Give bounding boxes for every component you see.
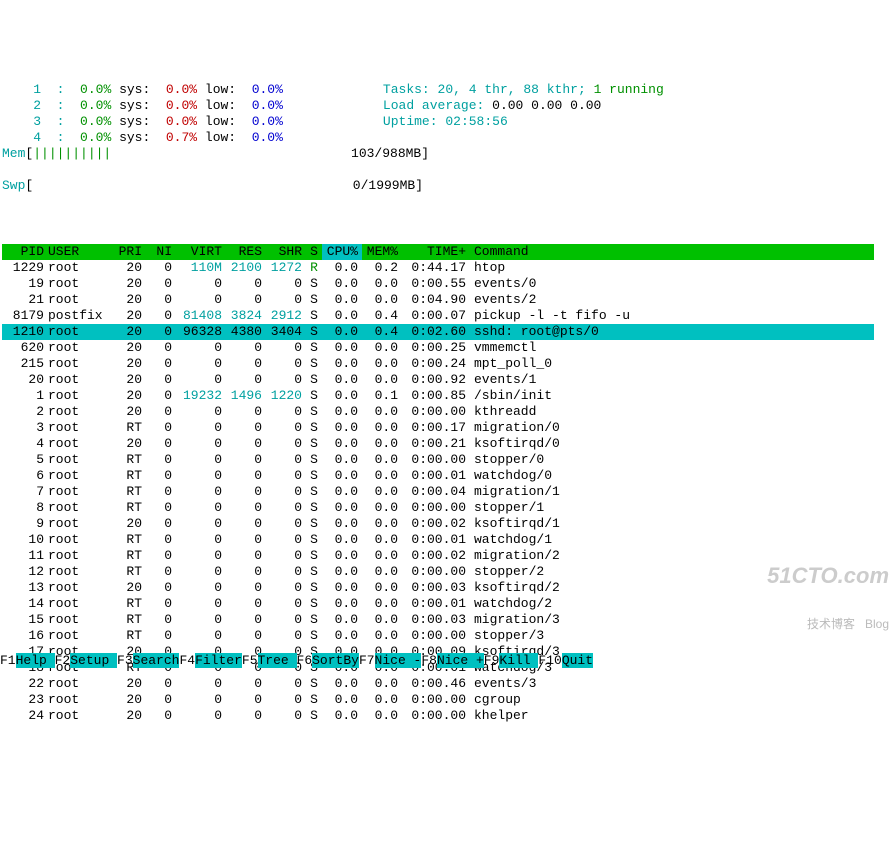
table-row[interactable]: 4root200000S0.00.00:00.21ksoftirqd/0: [2, 436, 874, 452]
col-virt: VIRT: [176, 244, 226, 260]
table-row[interactable]: 8rootRT0000S0.00.00:00.00stopper/1: [2, 500, 874, 516]
table-row[interactable]: 620root200000S0.00.00:00.25vmmemctl: [2, 340, 874, 356]
swap-meter: Swp[0/1999MB]: [2, 178, 891, 194]
table-row[interactable]: 13root200000S0.00.00:00.03ksoftirqd/2: [2, 580, 874, 596]
table-row[interactable]: 12rootRT0000S0.00.00:00.00stopper/2: [2, 564, 874, 580]
table-row[interactable]: 215root200000S0.00.00:00.24mpt_poll_0: [2, 356, 874, 372]
function-key-bar[interactable]: F1Help F2Setup F3SearchF4FilterF5Tree F6…: [0, 653, 891, 669]
col-pri: PRI: [112, 244, 146, 260]
table-header[interactable]: PIDUSERPRINIVIRTRESSHRSCPU%MEM%TIME+Comm…: [2, 244, 874, 260]
table-row[interactable]: 24root200000S0.00.00:00.00khelper: [2, 708, 874, 724]
uptime-value: 02:58:56: [445, 114, 507, 129]
col-shr: SHR: [266, 244, 306, 260]
table-row[interactable]: 3rootRT0000S0.00.00:00.17migration/0: [2, 420, 874, 436]
table-row[interactable]: 19root200000S0.00.00:00.55events/0: [2, 276, 874, 292]
col-ni: NI: [146, 244, 176, 260]
table-row[interactable]: 23root200000S0.00.00:00.00cgroup: [2, 692, 874, 708]
table-row[interactable]: 9root200000S0.00.00:00.02ksoftirqd/1: [2, 516, 874, 532]
col-cpu: CPU%: [322, 244, 362, 260]
table-row[interactable]: 10rootRT0000S0.00.00:00.01watchdog/1: [2, 532, 874, 548]
col-user: USER: [48, 244, 112, 260]
table-row[interactable]: 2root200000S0.00.00:00.00kthreadd: [2, 404, 874, 420]
col-s: S: [306, 244, 322, 260]
table-row[interactable]: 22root200000S0.00.00:00.46events/3: [2, 676, 874, 692]
header-section: 1 : 0.0% sys: 0.0% low: 0.0% 2 : 0.0% sy…: [2, 66, 891, 210]
watermark: 51CTO.com 技术博客 Blog: [767, 536, 889, 648]
table-row[interactable]: 1229root200110M21001272R0.00.20:44.17hto…: [2, 260, 874, 276]
tasks-label: Tasks:: [383, 82, 438, 97]
table-row[interactable]: 20root200000S0.00.00:00.92events/1: [2, 372, 874, 388]
tasks-value: 20, 4 thr, 88 kthr;: [438, 82, 594, 97]
process-table[interactable]: PIDUSERPRINIVIRTRESSHRSCPU%MEM%TIME+Comm…: [2, 244, 874, 724]
table-row[interactable]: 16rootRT0000S0.00.00:00.00stopper/3: [2, 628, 874, 644]
table-row[interactable]: 7rootRT0000S0.00.00:00.04migration/1: [2, 484, 874, 500]
table-row[interactable]: 21root200000S0.00.00:04.90events/2: [2, 292, 874, 308]
loadavg-values: 0.00 0.00 0.00: [492, 98, 601, 113]
summary-lines: Tasks: 20, 4 thr, 88 kthr; 1 running Loa…: [383, 82, 664, 130]
table-row[interactable]: 1root2001923214961220S0.00.10:00.85/sbin…: [2, 388, 874, 404]
table-row[interactable]: 1210root2009632843803404S0.00.40:02.60ss…: [2, 324, 874, 340]
cpu-meters: 1 : 0.0% sys: 0.0% low: 0.0% 2 : 0.0% sy…: [18, 82, 283, 146]
table-row[interactable]: 8179postfix2008140838242912S0.00.40:00.0…: [2, 308, 874, 324]
loadavg-label: Load average:: [383, 98, 492, 113]
uptime-label: Uptime:: [383, 114, 445, 129]
memory-meter: Mem[||||||||||103/988MB]: [2, 146, 891, 162]
col-mem: MEM%: [362, 244, 402, 260]
table-row[interactable]: 6rootRT0000S0.00.00:00.01watchdog/0: [2, 468, 874, 484]
tasks-running: 1 running: [594, 82, 664, 97]
table-row[interactable]: 11rootRT0000S0.00.00:00.02migration/2: [2, 548, 874, 564]
table-row[interactable]: 15rootRT0000S0.00.00:00.03migration/3: [2, 612, 874, 628]
col-pid: PID: [2, 244, 48, 260]
col-cmd: Command: [470, 244, 874, 260]
table-row[interactable]: 14rootRT0000S0.00.00:00.01watchdog/2: [2, 596, 874, 612]
col-time: TIME+: [402, 244, 470, 260]
table-row[interactable]: 5rootRT0000S0.00.00:00.00stopper/0: [2, 452, 874, 468]
col-res: RES: [226, 244, 266, 260]
